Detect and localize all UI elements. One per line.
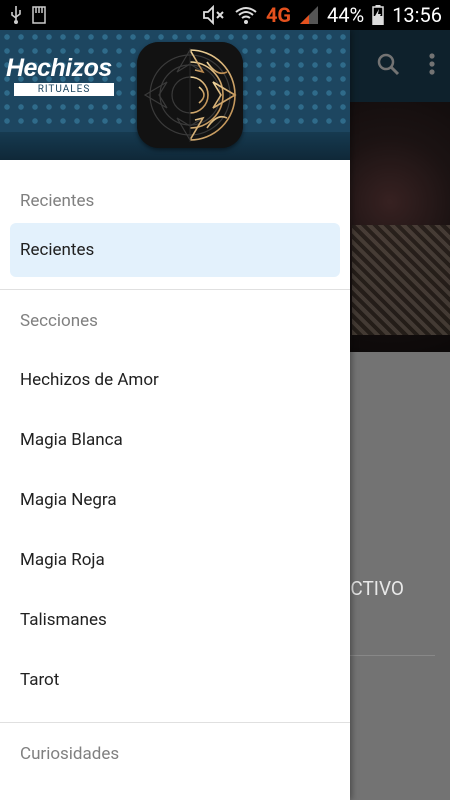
section-header-secciones: Secciones [20,311,98,331]
menu-item-tarot[interactable]: Tarot [0,650,350,710]
status-bar: 4G 44% 13:56 [0,0,450,30]
drawer-menu: Recientes Recientes Secciones Hechizos d… [0,160,350,783]
navigation-drawer: Hechizos RITUALES Recientes Recientes Se… [0,30,350,800]
battery-charging-icon [372,5,384,25]
signal-icon [300,6,319,24]
menu-item-magia-roja[interactable]: Magia Roja [0,530,350,590]
drawer-header: Hechizos RITUALES [0,30,350,160]
menu-item-magia-blanca[interactable]: Magia Blanca [0,410,350,470]
mute-icon [203,5,224,25]
background-card-text: CTIVO [350,577,404,600]
menu-item-hechizos-de-amor[interactable]: Hechizos de Amor [0,350,350,410]
brand-logo: Hechizos RITUALES [6,54,120,96]
section-header-curiosidades: Curiosidades [20,744,120,764]
menu-item-talismanes[interactable]: Talismanes [0,590,350,650]
app-icon [137,42,243,148]
background-divider [350,655,435,656]
network-type: 4G [265,3,292,27]
wifi-icon [235,7,257,24]
clock: 13:56 [392,3,442,27]
brand-subtitle: RITUALES [14,83,114,96]
battery-percent: 44% [327,3,365,27]
menu-item-recientes[interactable]: Recientes [10,223,340,277]
brand-title: Hechizos [6,54,112,82]
mandala-icon [137,42,243,148]
menu-item-magia-negra[interactable]: Magia Negra [0,470,350,530]
storage-icon [32,6,46,24]
usb-icon [11,6,21,24]
section-header-recientes: Recientes [20,191,95,211]
